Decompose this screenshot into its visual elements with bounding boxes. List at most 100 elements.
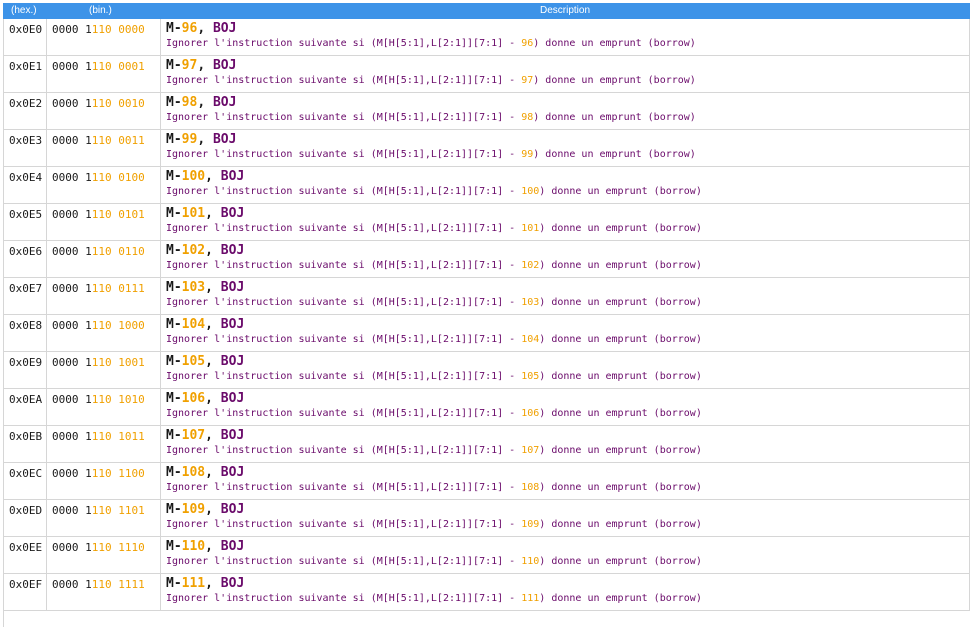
binary-suffix: 110 0111	[91, 282, 145, 295]
mnemonic-separator: ,	[205, 465, 221, 480]
mnemonic-op: BOJ	[220, 465, 245, 480]
description-cell: M-103, BOJ Ignorer l'instruction suivante…	[161, 278, 970, 314]
description-value: 108	[521, 482, 540, 493]
hex-code: 0x0EC	[3, 463, 47, 499]
binary-suffix: 110 1000	[91, 319, 145, 332]
description-text: Ignorer l'instruction suivante si (M[H[5…	[166, 333, 969, 347]
table-row: 0x0EB 0000 1110 1011 M-107, BOJ Ignorer l'i…	[3, 426, 970, 463]
description-pre: Ignorer l'instruction suivante si (M[H[5…	[166, 593, 522, 604]
mnemonic-op: BOJ	[220, 502, 245, 517]
binary-suffix: 110 0110	[91, 245, 145, 258]
table-row: 0x0ED 0000 1110 1101 M-109, BOJ Ignorer l'i…	[3, 500, 970, 537]
binary-prefix: 0000 1	[52, 319, 92, 332]
mnemonic-separator: ,	[205, 280, 221, 295]
table-row: 0x0E2 0000 1110 0010 M-98, BOJ Ignorer l'in…	[3, 93, 970, 130]
description-value: 97	[521, 75, 534, 86]
mnemonic-prefix: M-	[166, 391, 182, 406]
description-text: Ignorer l'instruction suivante si (M[H[5…	[166, 148, 969, 162]
binary-code: 0000 1110 1001	[47, 352, 161, 388]
mnemonic: M-103, BOJ	[166, 280, 969, 296]
description-pre: Ignorer l'instruction suivante si (M[H[5…	[166, 556, 522, 567]
mnemonic-separator: ,	[197, 132, 213, 147]
description-value: 99	[521, 149, 534, 160]
hex-code: 0x0E8	[3, 315, 47, 351]
description-value: 111	[521, 593, 540, 604]
description-post: ) donne un emprunt (borrow)	[539, 371, 702, 382]
mnemonic: M-99, BOJ	[166, 132, 969, 148]
mnemonic-op: BOJ	[212, 132, 237, 147]
hex-code: 0x0E2	[3, 93, 47, 129]
binary-code: 0000 1110 0011	[47, 130, 161, 166]
description-text: Ignorer l'instruction suivante si (M[H[5…	[166, 222, 969, 236]
mnemonic-op: BOJ	[220, 428, 245, 443]
mnemonic: M-108, BOJ	[166, 465, 969, 481]
mnemonic-separator: ,	[197, 21, 213, 36]
table-row: 0x0E1 0000 1110 0001 M-97, BOJ Ignorer l'in…	[3, 56, 970, 93]
hex-code: 0x0E4	[3, 167, 47, 203]
table-row: 0x0EF 0000 1110 1111 M-111, BOJ Ignorer l'i…	[3, 574, 970, 611]
description-pre: Ignorer l'instruction suivante si (M[H[5…	[166, 112, 522, 123]
hex-code: 0x0EF	[3, 574, 47, 610]
description-cell: M-98, BOJ Ignorer l'instruction suivante …	[161, 93, 970, 129]
mnemonic-prefix: M-	[166, 354, 182, 369]
description-post: ) donne un emprunt (borrow)	[539, 482, 702, 493]
description-post: ) donne un emprunt (borrow)	[539, 260, 702, 271]
binary-prefix: 0000 1	[52, 97, 92, 110]
description-text: Ignorer l'instruction suivante si (M[H[5…	[166, 111, 969, 125]
mnemonic: M-109, BOJ	[166, 502, 969, 518]
description-cell: M-107, BOJ Ignorer l'instruction suivante…	[161, 426, 970, 462]
description-value: 103	[521, 297, 540, 308]
mnemonic: M-98, BOJ	[166, 95, 969, 111]
description-pre: Ignorer l'instruction suivante si (M[H[5…	[166, 297, 522, 308]
binary-suffix: 110 1110	[91, 541, 145, 554]
table-row: 0x0EC 0000 1110 1100 M-108, BOJ Ignorer l'i…	[3, 463, 970, 500]
mnemonic-prefix: M-	[166, 243, 182, 258]
description-cell: M-96, BOJ Ignorer l'instruction suivante …	[161, 19, 970, 55]
description-post: ) donne un emprunt (borrow)	[539, 519, 702, 530]
binary-code: 0000 1110 1000	[47, 315, 161, 351]
mnemonic-prefix: M-	[166, 576, 182, 591]
table-row: 0x0EA 0000 1110 1010 M-106, BOJ Ignorer l'i…	[3, 389, 970, 426]
description-cell: M-102, BOJ Ignorer l'instruction suivante…	[161, 241, 970, 277]
description-post: ) donne un emprunt (borrow)	[539, 408, 702, 419]
binary-code: 0000 1110 1011	[47, 426, 161, 462]
description-value: 106	[521, 408, 540, 419]
mnemonic: M-111, BOJ	[166, 576, 969, 592]
hex-code: 0x0ED	[3, 500, 47, 536]
binary-code: 0000 1110 0110	[47, 241, 161, 277]
header-bin: (bin.)	[89, 5, 112, 16]
binary-code: 0000 1110 0101	[47, 204, 161, 240]
mnemonic-operand: 109	[181, 502, 206, 517]
description-post: ) donne un emprunt (borrow)	[539, 556, 702, 567]
description-text: Ignorer l'instruction suivante si (M[H[5…	[166, 555, 969, 569]
mnemonic-op: BOJ	[220, 169, 245, 184]
binary-code: 0000 1110 0001	[47, 56, 161, 92]
description-value: 101	[521, 223, 540, 234]
description-pre: Ignorer l'instruction suivante si (M[H[5…	[166, 519, 522, 530]
description-pre: Ignorer l'instruction suivante si (M[H[5…	[166, 445, 522, 456]
mnemonic-operand: 104	[181, 317, 206, 332]
mnemonic-op: BOJ	[220, 391, 245, 406]
description-value: 107	[521, 445, 540, 456]
description-text: Ignorer l'instruction suivante si (M[H[5…	[166, 481, 969, 495]
binary-suffix: 110 0011	[91, 134, 145, 147]
mnemonic-prefix: M-	[166, 280, 182, 295]
binary-suffix: 110 1100	[91, 467, 145, 480]
description-value: 102	[521, 260, 540, 271]
binary-code: 0000 1110 1100	[47, 463, 161, 499]
mnemonic-separator: ,	[197, 95, 213, 110]
binary-prefix: 0000 1	[52, 208, 92, 221]
binary-prefix: 0000 1	[52, 356, 92, 369]
table-row: 0x0E7 0000 1110 0111 M-103, BOJ Ignorer l'i…	[3, 278, 970, 315]
description-cell: M-110, BOJ Ignorer l'instruction suivante…	[161, 537, 970, 573]
description-post: ) donne un emprunt (borrow)	[533, 112, 696, 123]
binary-prefix: 0000 1	[52, 430, 92, 443]
table-row: 0x0E9 0000 1110 1001 M-105, BOJ Ignorer l'i…	[3, 352, 970, 389]
mnemonic-op: BOJ	[220, 354, 245, 369]
binary-prefix: 0000 1	[52, 171, 92, 184]
binary-suffix: 110 1101	[91, 504, 145, 517]
description-text: Ignorer l'instruction suivante si (M[H[5…	[166, 407, 969, 421]
mnemonic-prefix: M-	[166, 169, 182, 184]
hex-code: 0x0EA	[3, 389, 47, 425]
mnemonic-separator: ,	[205, 206, 221, 221]
